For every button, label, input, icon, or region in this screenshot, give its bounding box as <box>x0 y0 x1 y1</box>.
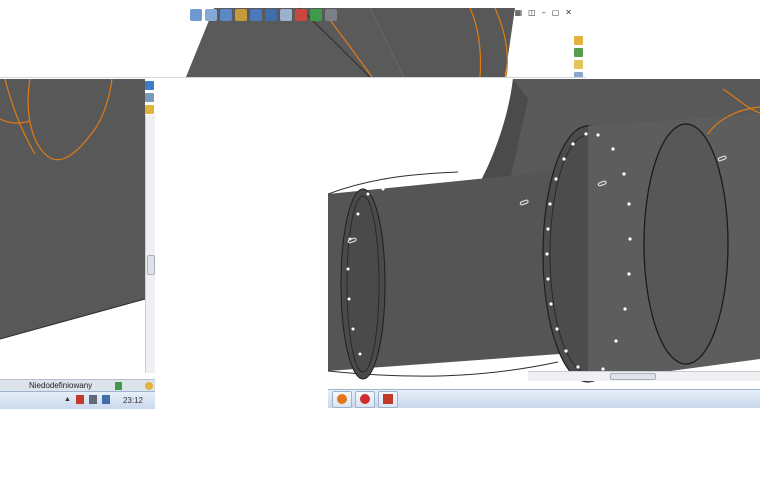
up-arrow-icon[interactable]: ▲ <box>64 396 71 403</box>
right-horizontal-scrollbar[interactable] <box>528 371 760 381</box>
solidworks-icon[interactable] <box>378 391 398 408</box>
zoom-area-icon[interactable] <box>205 9 217 21</box>
design-library-icon[interactable] <box>574 48 583 57</box>
section-view-icon[interactable] <box>235 9 247 21</box>
window-controls: ▦ ◫ – ▢ ✕ <box>515 8 572 17</box>
taskbar-left: ▲ 23:12 <box>0 391 155 409</box>
file-explorer-icon[interactable] <box>145 105 154 114</box>
tile-icon[interactable]: ▦ <box>515 8 523 17</box>
opera-icon[interactable] <box>355 391 375 408</box>
minimize-icon[interactable]: – <box>542 8 546 17</box>
display-style-icon[interactable] <box>265 9 277 21</box>
edit-appearance-icon[interactable] <box>295 9 307 21</box>
scene-icon[interactable] <box>310 9 322 21</box>
clock[interactable]: 23:12 <box>123 392 143 409</box>
resources-icon[interactable] <box>574 36 583 45</box>
rebuild-icon[interactable] <box>115 382 122 390</box>
firefox-icon[interactable] <box>332 391 352 408</box>
resources-icon[interactable] <box>145 81 154 90</box>
left-vertical-scrollbar[interactable] <box>145 115 155 373</box>
left-graphics-window[interactable]: Niedodefiniowany ▲ 23:12 <box>0 79 155 409</box>
system-tray: ▲ <box>64 395 110 404</box>
view-orientation-icon[interactable] <box>250 9 262 21</box>
design-library-icon[interactable] <box>145 93 154 102</box>
maximize-icon[interactable]: ▢ <box>552 8 560 17</box>
task-pane-tabs <box>574 36 583 77</box>
left-viewport-model <box>0 79 146 340</box>
right-viewport-model <box>328 79 760 383</box>
rotate-icon[interactable] <box>220 9 232 21</box>
volume-icon[interactable] <box>101 395 110 404</box>
customize-icon[interactable] <box>145 382 153 390</box>
top-graphics-window[interactable]: ▦ ◫ – ▢ ✕ <box>0 0 586 78</box>
taskbar-right <box>328 389 760 408</box>
file-explorer-icon[interactable] <box>574 60 583 69</box>
heads-up-view-toolbar <box>190 9 337 21</box>
zoom-fit-icon[interactable] <box>190 9 202 21</box>
view-settings-icon[interactable] <box>325 9 337 21</box>
left-task-pane-tabs <box>145 81 154 114</box>
restore-icon[interactable]: ◫ <box>528 8 536 17</box>
close-icon[interactable]: ✕ <box>565 8 572 17</box>
speaker-icon[interactable] <box>88 395 97 404</box>
right-graphics-window[interactable] <box>328 79 760 409</box>
scrollbar-thumb[interactable] <box>610 373 656 380</box>
network-icon[interactable] <box>75 395 84 404</box>
appearances-icon[interactable] <box>574 72 583 77</box>
scrollbar-thumb[interactable] <box>147 255 155 275</box>
hide-show-icon[interactable] <box>280 9 292 21</box>
